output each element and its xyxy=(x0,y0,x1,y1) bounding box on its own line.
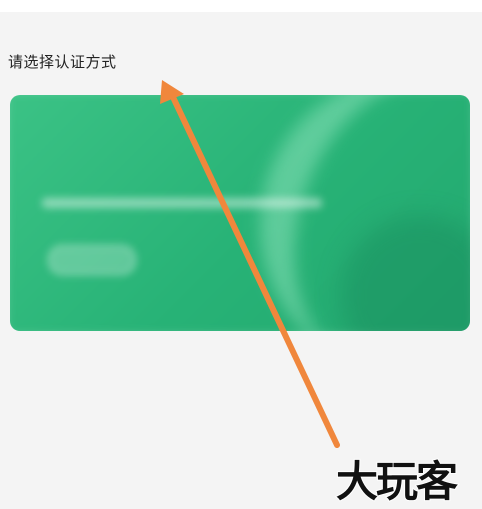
top-bar xyxy=(0,0,482,12)
card-subtitle-blurred xyxy=(42,198,322,208)
auth-method-prompt: 请选择认证方式 xyxy=(8,53,117,71)
auth-option-card[interactable] xyxy=(10,95,470,331)
watermark-logo: 大玩客 xyxy=(335,456,459,507)
card-action-button[interactable] xyxy=(48,245,136,275)
